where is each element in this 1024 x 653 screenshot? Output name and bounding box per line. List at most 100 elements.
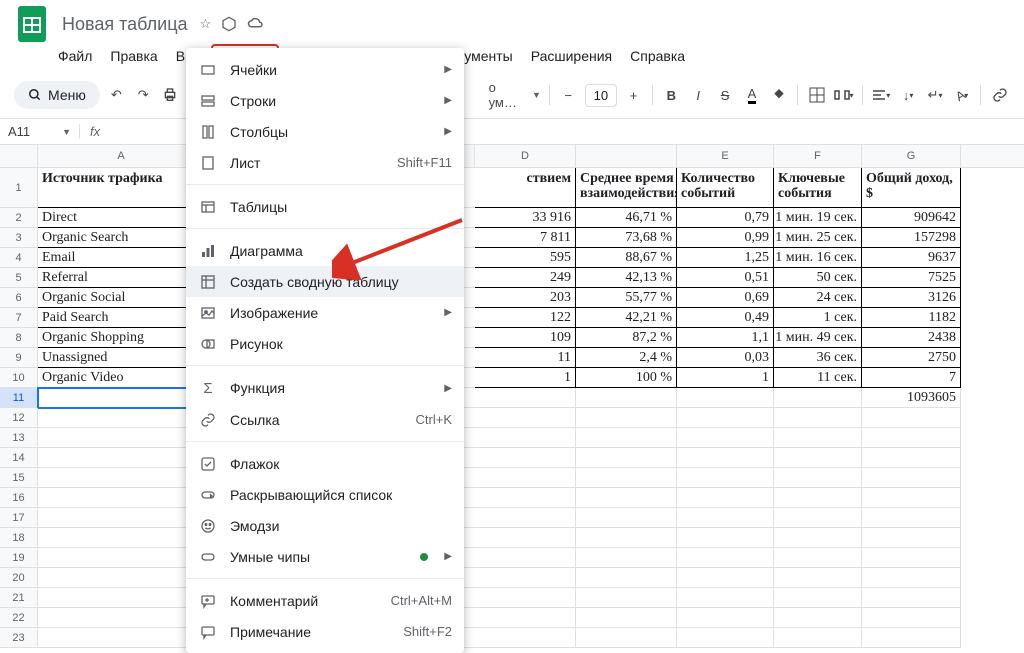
- cell[interactable]: 73,68 %: [576, 228, 677, 248]
- cell[interactable]: 11 сек.: [774, 368, 862, 388]
- row-header[interactable]: 20: [0, 568, 38, 588]
- cell[interactable]: 3126: [862, 288, 961, 308]
- cell[interactable]: [862, 588, 961, 608]
- cell[interactable]: [576, 528, 677, 548]
- cell[interactable]: [576, 408, 677, 428]
- cell[interactable]: [677, 448, 774, 468]
- cell[interactable]: 46,71 %: [576, 208, 677, 228]
- insert-menu-sheet[interactable]: ЛистShift+F11: [186, 147, 464, 178]
- cell[interactable]: 1 мин. 25 сек.: [774, 228, 862, 248]
- cell[interactable]: [38, 608, 205, 628]
- cell[interactable]: [774, 488, 862, 508]
- cell[interactable]: [862, 468, 961, 488]
- cell[interactable]: Direct: [38, 208, 205, 228]
- cell[interactable]: 7525: [862, 268, 961, 288]
- cell[interactable]: 157298: [862, 228, 961, 248]
- cell[interactable]: [774, 628, 862, 648]
- menu-расширения[interactable]: Расширения: [523, 44, 620, 68]
- cell[interactable]: [38, 468, 205, 488]
- cell[interactable]: [38, 628, 205, 648]
- row-header[interactable]: 14: [0, 448, 38, 468]
- rotate-button[interactable]: A▾: [951, 82, 972, 108]
- cell[interactable]: [475, 588, 576, 608]
- cell[interactable]: 1,25: [677, 248, 774, 268]
- cell[interactable]: Referral: [38, 268, 205, 288]
- cell[interactable]: [774, 388, 862, 408]
- cell[interactable]: 24 сек.: [774, 288, 862, 308]
- cell[interactable]: 87,2 %: [576, 328, 677, 348]
- cell[interactable]: [774, 528, 862, 548]
- row-header[interactable]: 18: [0, 528, 38, 548]
- cell[interactable]: [677, 548, 774, 568]
- row-header[interactable]: 1: [0, 168, 38, 208]
- cell[interactable]: 1: [677, 368, 774, 388]
- cell[interactable]: [862, 608, 961, 628]
- cell[interactable]: Ключевые события: [774, 168, 862, 208]
- cell[interactable]: 2,4 %: [576, 348, 677, 368]
- valign-button[interactable]: ↓▾: [898, 82, 919, 108]
- insert-menu-chips[interactable]: Умные чипы▶: [186, 541, 464, 572]
- cell[interactable]: [475, 408, 576, 428]
- cell[interactable]: [677, 508, 774, 528]
- menu-справка[interactable]: Справка: [622, 44, 693, 68]
- cell[interactable]: [38, 588, 205, 608]
- cell[interactable]: [862, 488, 961, 508]
- col-header-A[interactable]: A: [38, 145, 205, 167]
- cell[interactable]: [677, 528, 774, 548]
- cell[interactable]: Organic Shopping: [38, 328, 205, 348]
- cell[interactable]: [576, 508, 677, 528]
- cell[interactable]: 0,79: [677, 208, 774, 228]
- bold-button[interactable]: B: [661, 82, 682, 108]
- menu-файл[interactable]: Файл: [50, 44, 100, 68]
- insert-menu-cells[interactable]: Ячейки▶: [186, 54, 464, 85]
- doc-title[interactable]: Новая таблица: [58, 12, 192, 37]
- row-header[interactable]: 23: [0, 628, 38, 648]
- cell[interactable]: Paid Search: [38, 308, 205, 328]
- name-box[interactable]: A11▼: [0, 124, 80, 139]
- cell[interactable]: [475, 548, 576, 568]
- fill-color-button[interactable]: [768, 82, 789, 108]
- halign-button[interactable]: ▾: [871, 82, 892, 108]
- cell[interactable]: ствием: [475, 168, 576, 208]
- cell[interactable]: [475, 448, 576, 468]
- cell[interactable]: [677, 488, 774, 508]
- cell[interactable]: 7 811: [475, 228, 576, 248]
- insert-menu-dropdown[interactable]: Раскрывающийся список: [186, 479, 464, 510]
- row-header[interactable]: 11: [0, 388, 38, 408]
- row-header[interactable]: 7: [0, 308, 38, 328]
- row-header[interactable]: 19: [0, 548, 38, 568]
- cell[interactable]: 122: [475, 308, 576, 328]
- row-header[interactable]: 8: [0, 328, 38, 348]
- cell[interactable]: [38, 488, 205, 508]
- cell[interactable]: 1 мин. 19 сек.: [774, 208, 862, 228]
- increase-font-button[interactable]: +: [623, 82, 644, 108]
- truncated-format-dropdown[interactable]: о ум…: [483, 78, 526, 112]
- cell[interactable]: [38, 548, 205, 568]
- cell[interactable]: 0,99: [677, 228, 774, 248]
- cell[interactable]: [862, 568, 961, 588]
- cell[interactable]: Источник трафика: [38, 168, 205, 208]
- cell[interactable]: [862, 528, 961, 548]
- row-header[interactable]: 12: [0, 408, 38, 428]
- link-button[interactable]: [989, 82, 1010, 108]
- cell[interactable]: [677, 568, 774, 588]
- cell[interactable]: Organic Video: [38, 368, 205, 388]
- cell[interactable]: Organic Search: [38, 228, 205, 248]
- cell[interactable]: 1093605: [862, 388, 961, 408]
- cell[interactable]: 88,67 %: [576, 248, 677, 268]
- cell[interactable]: [38, 428, 205, 448]
- cell[interactable]: 0,51: [677, 268, 774, 288]
- cell[interactable]: [774, 408, 862, 428]
- text-color-button[interactable]: A: [742, 82, 763, 108]
- cell[interactable]: [677, 628, 774, 648]
- cell[interactable]: [576, 568, 677, 588]
- cell[interactable]: [38, 528, 205, 548]
- cell[interactable]: 2750: [862, 348, 961, 368]
- cell[interactable]: 1 мин. 49 сек.: [774, 328, 862, 348]
- cell[interactable]: [38, 408, 205, 428]
- cell[interactable]: [677, 388, 774, 408]
- row-header[interactable]: 2: [0, 208, 38, 228]
- cell[interactable]: 1182: [862, 308, 961, 328]
- cell[interactable]: 100 %: [576, 368, 677, 388]
- col-header-D[interactable]: D: [475, 145, 576, 167]
